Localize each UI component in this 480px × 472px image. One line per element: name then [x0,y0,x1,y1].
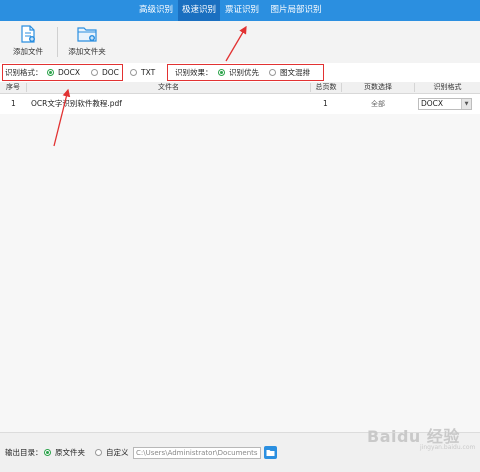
baidu-watermark-url: jingyan.baidu.com [420,444,476,451]
output-custom-radio[interactable] [95,449,102,456]
output-dir-label: 输出目录： [5,448,43,457]
output-source-label[interactable]: 原文件夹 [55,433,85,472]
arrow-to-effect [225,25,247,62]
output-custom-label[interactable]: 自定义 [106,433,129,472]
annotation-arrows [53,25,247,147]
arrow-to-format [53,88,71,147]
browse-folder-button[interactable] [264,446,277,459]
folder-icon [266,450,275,456]
output-source-radio[interactable] [44,449,51,456]
output-path-input[interactable]: C:\Users\Administrator\Documents [133,447,261,459]
